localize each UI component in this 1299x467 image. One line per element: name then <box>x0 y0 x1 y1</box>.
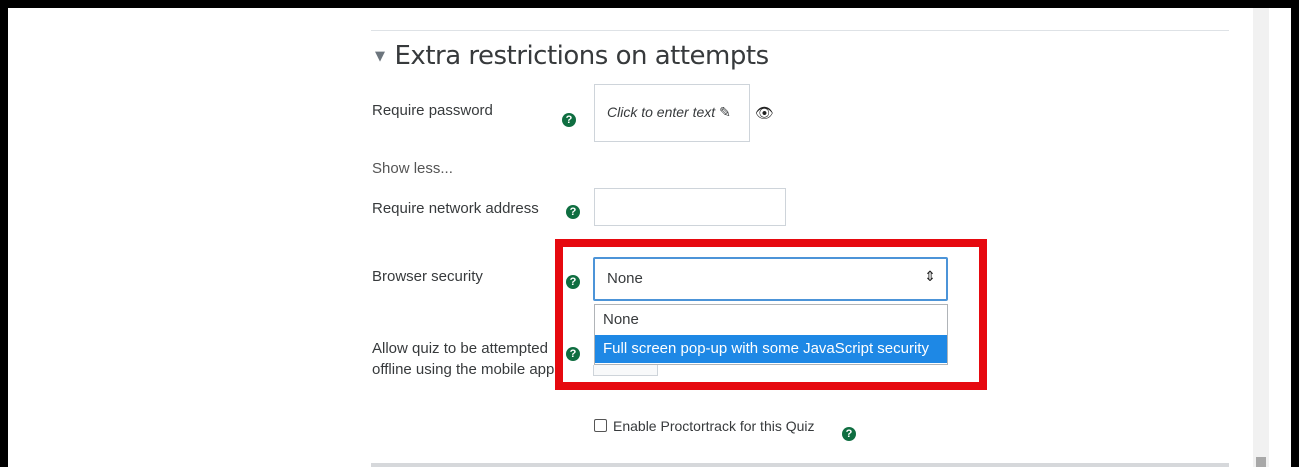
select-arrows-icon: ⇕ <box>924 268 936 284</box>
help-icon[interactable]: ? <box>566 347 580 361</box>
browser-security-select[interactable]: None ⇕ <box>593 257 948 301</box>
require-password-field[interactable]: Click to enter text ✎ <box>594 84 750 142</box>
section-title: Extra restrictions on attempts <box>394 41 770 71</box>
browser-security-dropdown: None Full screen pop-up with some JavaSc… <box>594 304 948 365</box>
help-icon[interactable]: ? <box>562 113 576 127</box>
pencil-icon: ✎ <box>719 104 731 120</box>
password-placeholder: Click to enter text ✎ <box>607 104 731 120</box>
option-full-screen-popup[interactable]: Full screen pop-up with some JavaScript … <box>595 335 947 363</box>
network-address-input[interactable] <box>594 188 786 226</box>
option-none[interactable]: None <box>595 306 947 334</box>
collapse-caret-icon[interactable]: ▼ <box>375 49 385 64</box>
proctortrack-label: Enable Proctortrack for this Quiz <box>613 418 815 434</box>
scrollbar[interactable] <box>1253 8 1269 467</box>
help-icon[interactable]: ? <box>566 205 580 219</box>
section-divider-bottom <box>371 463 1229 467</box>
section-divider-top <box>371 30 1229 31</box>
require-network-label: Require network address <box>372 200 539 217</box>
select-value: None <box>607 270 643 287</box>
scrollbar-thumb[interactable] <box>1256 457 1266 467</box>
offline-select[interactable] <box>593 365 658 376</box>
eye-icon[interactable]: 👁 <box>755 104 774 122</box>
proctortrack-row: Enable Proctortrack for this Quiz <box>594 418 815 434</box>
browser-security-label: Browser security <box>372 268 483 285</box>
help-icon[interactable]: ? <box>566 275 580 289</box>
proctortrack-checkbox[interactable] <box>594 419 607 432</box>
quiz-settings-panel: ▼ Extra restrictions on attempts Require … <box>8 8 1291 467</box>
help-icon[interactable]: ? <box>842 427 856 441</box>
offline-attempt-label: Allow quiz to be attempted offline using … <box>372 340 555 378</box>
require-password-label: Require password <box>372 102 493 119</box>
section-header[interactable]: ▼ Extra restrictions on attempts <box>375 41 769 71</box>
show-less-link[interactable]: Show less... <box>372 160 453 177</box>
